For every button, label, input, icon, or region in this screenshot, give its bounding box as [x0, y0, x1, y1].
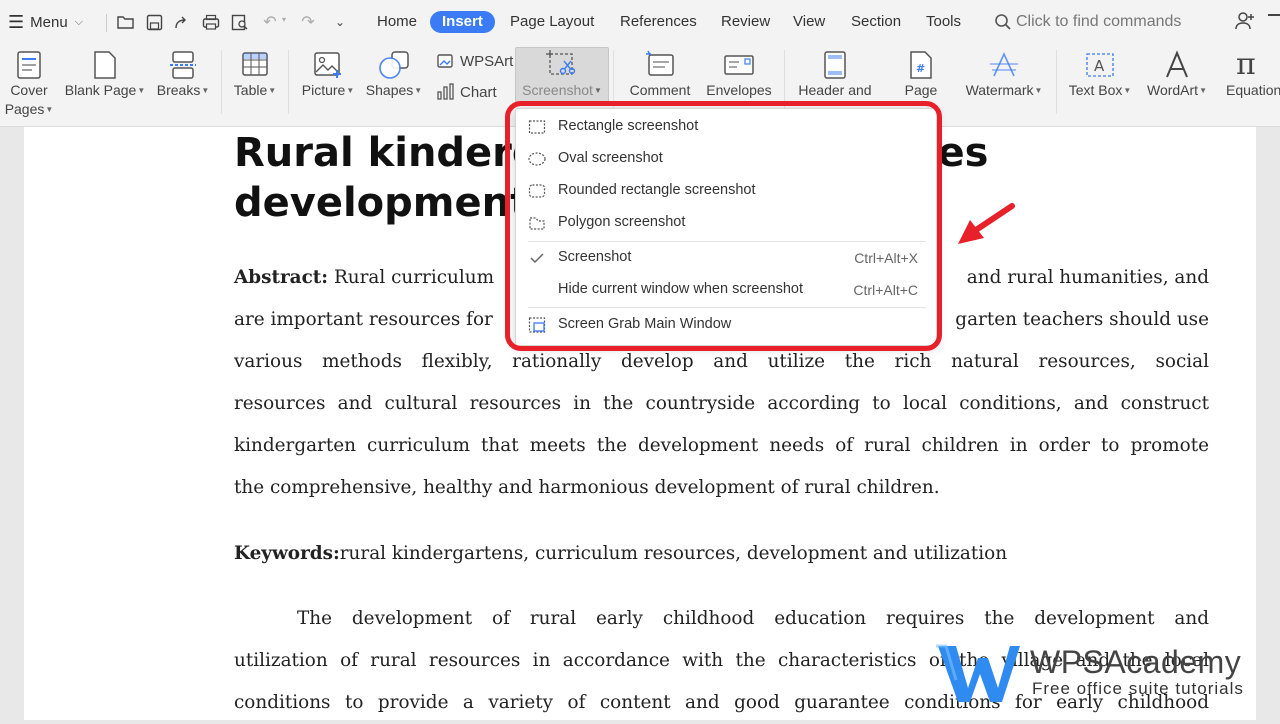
- picture-button[interactable]: Picture▼: [298, 50, 358, 101]
- cover-page-icon: [17, 51, 41, 79]
- table-button[interactable]: Table▼: [230, 50, 280, 101]
- text-box-button[interactable]: A Text Box▼: [1064, 50, 1136, 101]
- envelopes-button[interactable]: Envelopes: [703, 50, 775, 100]
- cover-pages-button[interactable]: Cover Pages▼: [4, 50, 54, 120]
- watermark-tagline: Free office suite tutorials: [1032, 679, 1244, 698]
- wpsart-icon: [437, 54, 453, 68]
- tab-references[interactable]: References: [618, 11, 699, 33]
- export-icon[interactable]: [170, 10, 194, 34]
- watermark-button[interactable]: Watermark▼: [962, 50, 1046, 101]
- annotation-arrow: [958, 203, 1015, 244]
- header-footer-icon: [824, 51, 846, 79]
- blank-page-icon: [94, 51, 116, 79]
- table-icon: [242, 52, 268, 76]
- wordart-icon: [1166, 50, 1188, 78]
- tab-home[interactable]: Home: [375, 11, 419, 33]
- breaks-button[interactable]: Breaks▼: [156, 50, 210, 101]
- shapes-button[interactable]: Shapes▼: [364, 50, 424, 101]
- svg-text:#: #: [916, 62, 925, 75]
- comment-button[interactable]: Comment: [626, 50, 694, 100]
- wpsart-button[interactable]: WPSArt: [436, 51, 513, 71]
- screenshot-button[interactable]: Screenshot▼: [515, 47, 609, 105]
- tab-review[interactable]: Review: [719, 11, 772, 33]
- svg-text:A: A: [1094, 57, 1105, 75]
- envelope-icon: [724, 55, 754, 75]
- wordart-button[interactable]: WordArt▼: [1142, 50, 1212, 101]
- tab-tools[interactable]: Tools: [924, 11, 963, 33]
- annotation-highlight-box: [505, 101, 942, 351]
- chart-button[interactable]: Chart: [436, 82, 497, 102]
- chart-icon: [437, 83, 454, 100]
- minimize-ribbon-icon[interactable]: [1268, 14, 1280, 16]
- page-number-button[interactable]: # Page: [894, 50, 948, 100]
- watermark-icon: [990, 52, 1018, 77]
- blank-page-button[interactable]: Blank Page▼: [63, 50, 147, 101]
- text-box-icon: A: [1086, 53, 1114, 77]
- page-break-icon: [170, 51, 196, 79]
- command-search[interactable]: Click to find commands: [994, 11, 1181, 33]
- tab-insert[interactable]: Insert: [430, 11, 495, 33]
- print-icon[interactable]: [199, 10, 223, 34]
- save-icon[interactable]: [142, 10, 166, 34]
- redo-icon[interactable]: ↷: [296, 10, 320, 34]
- pi-icon: π: [1236, 47, 1256, 82]
- customize-quick-access-icon[interactable]: ⌄: [328, 10, 352, 34]
- picture-icon: [314, 52, 341, 78]
- watermark-brand: WPSAcademy: [1030, 644, 1242, 680]
- wps-academy-logo-icon: [936, 644, 1020, 702]
- tab-view[interactable]: View: [791, 11, 827, 33]
- title-menu-bar: ☰ Menu ⌵ ↶ ▾ ↷ ⌄ Home Insert Page Layout…: [0, 0, 1280, 44]
- header-footer-button[interactable]: Header and: [792, 50, 878, 100]
- hamburger-icon: ☰: [8, 11, 25, 32]
- menu-button[interactable]: ☰ Menu ⌵: [8, 11, 83, 33]
- screenshot-scissors-icon: [546, 50, 576, 75]
- tab-section[interactable]: Section: [849, 11, 903, 33]
- chevron-down-icon: ⌵: [74, 15, 84, 28]
- tab-page-layout[interactable]: Page Layout: [508, 11, 596, 33]
- undo-dropdown-icon[interactable]: ▾: [282, 15, 286, 24]
- equation-button[interactable]: π Equation: [1222, 50, 1280, 100]
- page-number-icon: #: [910, 51, 932, 79]
- keywords-paragraph: Keywords:rural kindergartens, curriculum…: [234, 543, 1008, 564]
- undo-icon[interactable]: ↶: [258, 10, 282, 34]
- search-icon: [995, 14, 1011, 30]
- add-user-icon[interactable]: [1234, 11, 1256, 36]
- comment-icon: [646, 50, 674, 76]
- print-preview-icon[interactable]: [228, 10, 252, 34]
- open-folder-icon[interactable]: [114, 10, 138, 34]
- shapes-icon: [379, 51, 409, 79]
